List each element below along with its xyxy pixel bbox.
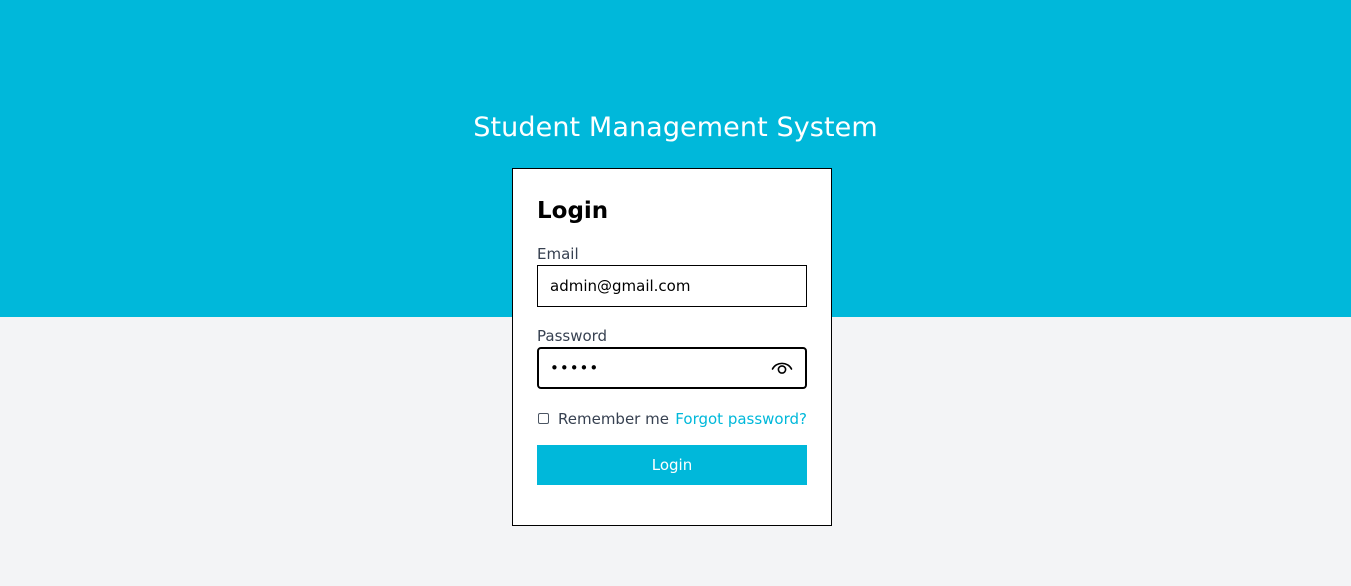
password-field-container: [537, 347, 807, 389]
login-button[interactable]: Login: [537, 445, 807, 485]
login-heading: Login: [537, 198, 609, 224]
remember-me-checkbox[interactable]: [538, 413, 549, 424]
email-field-container: [537, 265, 807, 307]
login-card: Login Email Password Remember me Forgot …: [512, 168, 832, 526]
eye-icon[interactable]: [771, 358, 793, 378]
password-label: Password: [537, 327, 608, 345]
email-label: Email: [537, 245, 579, 263]
app-title: Student Management System: [473, 112, 878, 143]
remember-me-label[interactable]: Remember me: [558, 409, 669, 429]
remember-row: Remember me Forgot password?: [537, 409, 807, 429]
forgot-password-link[interactable]: Forgot password?: [675, 409, 807, 429]
password-field[interactable]: [539, 349, 805, 387]
email-field[interactable]: [538, 266, 806, 306]
